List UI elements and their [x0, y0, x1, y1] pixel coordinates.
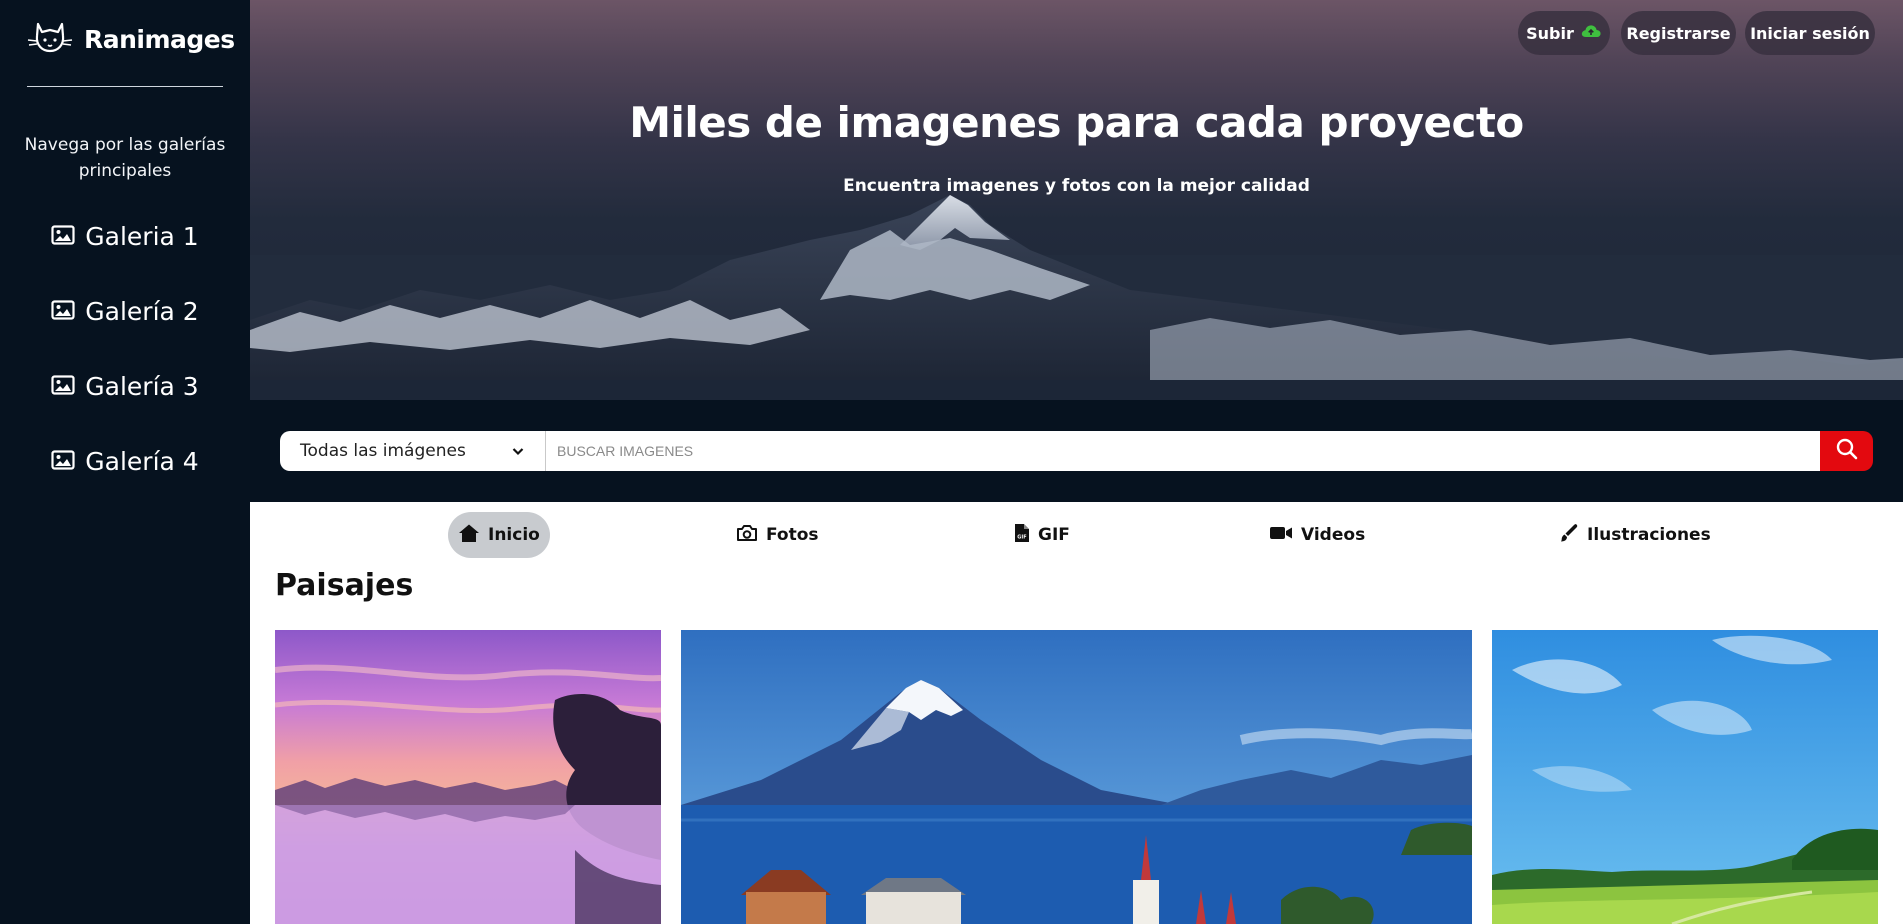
- image-icon: [51, 372, 75, 401]
- gallery-photo-sunrise-lake[interactable]: [275, 630, 661, 924]
- tab-label: Inicio: [488, 525, 540, 545]
- gallery-photo-volcano-lake[interactable]: [681, 630, 1472, 924]
- hero-subtitle: Encuentra imagenes y fotos con la mejor …: [843, 176, 1310, 196]
- tab-fotos[interactable]: Fotos: [726, 512, 829, 558]
- search-icon: [1835, 437, 1859, 465]
- sidebar-divider: [27, 86, 223, 87]
- sidebar-item-label: Galería 4: [85, 447, 199, 476]
- sidebar-item-galeria-4[interactable]: Galería 4: [0, 447, 250, 476]
- sidebar-item-galeria-1[interactable]: Galeria 1: [0, 222, 250, 251]
- tab-videos[interactable]: Videos: [1259, 512, 1375, 558]
- register-button[interactable]: Registrarse: [1621, 11, 1736, 55]
- sunrise-lake-image: [275, 630, 661, 924]
- upload-button-label: Subir: [1526, 23, 1574, 43]
- tab-inicio[interactable]: Inicio: [448, 512, 550, 558]
- sidebar-item-label: Galeria 1: [85, 222, 199, 251]
- cat-logo-icon: [26, 18, 78, 60]
- login-button[interactable]: Iniciar sesión: [1745, 11, 1875, 55]
- brush-icon: [1559, 523, 1579, 548]
- search-input[interactable]: [546, 431, 1820, 471]
- image-type-select-value: Todas las imágenes: [300, 441, 466, 461]
- chevron-down-icon: [511, 443, 525, 463]
- section-title: Paisajes: [275, 568, 414, 603]
- sidebar-intro: Navega por las galerías principales: [24, 135, 226, 181]
- sidebar-item-label: Galería 2: [85, 297, 199, 326]
- hero-banner: Miles de imagenes para cada proyecto Enc…: [250, 0, 1903, 400]
- sidebar-item-galeria-3[interactable]: Galería 3: [0, 372, 250, 401]
- video-camera-icon: [1269, 525, 1293, 546]
- image-type-select[interactable]: Todas las imágenes: [280, 431, 545, 471]
- volcano-lake-image: [681, 630, 1472, 924]
- home-icon: [458, 523, 480, 548]
- hero-title: Miles de imagenes para cada proyecto: [629, 98, 1524, 147]
- search-button[interactable]: [1820, 431, 1873, 471]
- svg-text:GIF: GIF: [1017, 534, 1026, 540]
- brand-name: Ranimages: [84, 24, 235, 54]
- tab-label: Fotos: [766, 525, 819, 545]
- brand-logo[interactable]: Ranimages: [26, 18, 235, 60]
- search-bar: Todas las imágenes: [250, 400, 1903, 502]
- sidebar-item-galeria-2[interactable]: Galería 2: [0, 297, 250, 326]
- gallery-photo-green-meadow[interactable]: [1492, 630, 1878, 924]
- image-icon: [51, 447, 75, 476]
- upload-button[interactable]: Subir: [1518, 11, 1610, 55]
- tab-gif[interactable]: GIF GIF: [1004, 512, 1080, 558]
- sidebar: Ranimages Navega por las galerías princi…: [0, 0, 250, 924]
- hero-mountain-image: [250, 195, 1903, 400]
- image-icon: [51, 297, 75, 326]
- camera-icon: [736, 524, 758, 547]
- tab-label: Videos: [1301, 525, 1366, 545]
- image-icon: [51, 222, 75, 251]
- cloud-upload-icon: [1580, 23, 1602, 43]
- sidebar-item-label: Galería 3: [85, 372, 199, 401]
- tab-ilustraciones[interactable]: Ilustraciones: [1549, 512, 1721, 558]
- tab-label: Ilustraciones: [1587, 525, 1711, 545]
- tab-label: GIF: [1038, 525, 1070, 545]
- gif-file-icon: GIF: [1014, 523, 1030, 548]
- category-tabs: Inicio Fotos GIF GIF Videos Ilustracione…: [250, 502, 1903, 566]
- green-meadow-image: [1492, 630, 1878, 924]
